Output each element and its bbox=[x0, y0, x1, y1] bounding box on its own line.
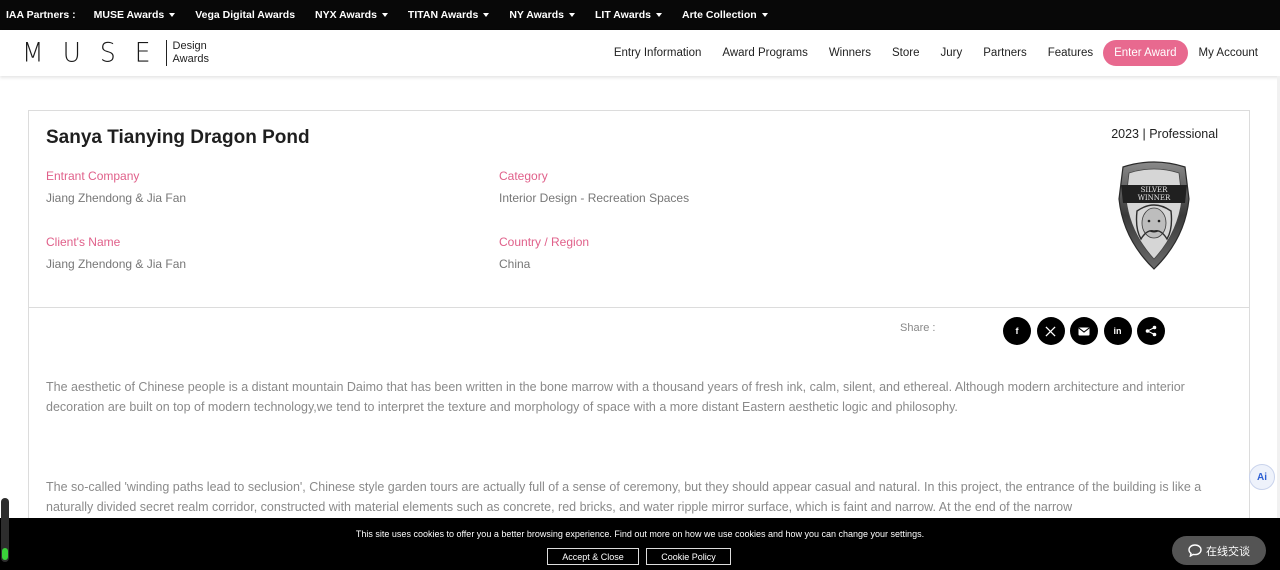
facebook-icon: f bbox=[1015, 326, 1019, 336]
share-buttons: f in bbox=[1003, 317, 1171, 345]
logo-subtitle: Design Awards bbox=[173, 40, 209, 66]
partner-item-label: NYX Awards bbox=[315, 9, 377, 21]
nav-partners[interactable]: Partners bbox=[983, 47, 1026, 59]
nav-my-account[interactable]: My Account bbox=[1199, 47, 1258, 59]
country-region-value: China bbox=[499, 257, 531, 271]
share-icon bbox=[1145, 325, 1157, 337]
email-icon bbox=[1078, 327, 1090, 335]
badge-text-silver: SILVER bbox=[1141, 186, 1169, 194]
share-label: Share : bbox=[900, 322, 936, 334]
card-divider bbox=[29, 307, 1249, 308]
partner-item-label: LIT Awards bbox=[594, 9, 651, 21]
partner-item-label: Vega Digital Awards bbox=[195, 9, 296, 21]
logo-wordmark: MUSE bbox=[22, 37, 170, 68]
scroll-thumb[interactable] bbox=[2, 548, 8, 560]
caret-down-icon bbox=[381, 13, 388, 17]
entrant-company-value: Jiang Zhendong & Jia Fan bbox=[46, 191, 187, 205]
caret-down-icon bbox=[483, 13, 490, 17]
live-chat-label: 在线交谈 bbox=[1206, 545, 1250, 558]
category-value: Interior Design - Recreation Spaces bbox=[499, 191, 690, 205]
linkedin-share-button[interactable]: in bbox=[1103, 317, 1132, 345]
partner-item-label: TITAN Awards bbox=[407, 9, 479, 21]
main-header: MUSE Design Awards Entry Information Awa… bbox=[0, 30, 1280, 76]
nav-features[interactable]: Features bbox=[1048, 47, 1093, 59]
partner-arte-collection[interactable]: Arte Collection bbox=[682, 9, 768, 21]
cookie-message: This site uses cookies to offer you a be… bbox=[355, 529, 925, 539]
nav-store[interactable]: Store bbox=[892, 47, 920, 59]
x-icon bbox=[1045, 325, 1056, 337]
caret-down-icon bbox=[656, 13, 662, 17]
cookie-policy-button[interactable]: Cookie Policy bbox=[646, 548, 731, 565]
caret-down-icon bbox=[169, 13, 176, 17]
enter-award-button[interactable]: Enter Award bbox=[1103, 40, 1188, 66]
partner-nyx-awards[interactable]: NYX Awards bbox=[315, 9, 388, 21]
muse-logo[interactable]: MUSE Design Awards bbox=[22, 37, 209, 68]
project-title: Sanya Tianying Dragon Pond bbox=[46, 127, 310, 148]
partner-item-label: NY Awards bbox=[509, 9, 564, 21]
email-share-button[interactable] bbox=[1070, 317, 1098, 345]
partner-vega-digital-awards[interactable]: Vega Digital Awards bbox=[195, 9, 295, 21]
partner-bar: IAA Partners : MUSE Awards Vega Digital … bbox=[0, 0, 1280, 30]
partner-ny-awards[interactable]: NY Awards bbox=[509, 9, 575, 21]
client-name-value: Jiang Zhendong & Jia Fan bbox=[46, 257, 187, 271]
caret-down-icon bbox=[568, 13, 575, 17]
main-nav: Entry Information Award Programs Winners… bbox=[593, 30, 1258, 76]
partner-muse-awards[interactable]: MUSE Awards bbox=[94, 9, 176, 21]
partner-item-label: Arte Collection bbox=[682, 9, 757, 21]
silver-winner-badge-icon: SILVER WINNER bbox=[1118, 161, 1190, 270]
nav-jury[interactable]: Jury bbox=[941, 47, 963, 59]
side-scroll-indicator[interactable] bbox=[1, 498, 9, 562]
client-name-label: Client's Name bbox=[46, 235, 121, 249]
nav-award-programs[interactable]: Award Programs bbox=[722, 47, 807, 59]
logo-sub-awards: Awards bbox=[172, 52, 210, 65]
partner-lit-awards[interactable]: LIT Awards bbox=[595, 9, 662, 21]
ai-icon: Ai bbox=[1257, 471, 1267, 483]
partner-item-label: MUSE Awards bbox=[93, 9, 165, 21]
linkedin-icon: in bbox=[1113, 326, 1122, 336]
year-professional: 2023 | Professional bbox=[1111, 127, 1218, 141]
project-card: Sanya Tianying Dragon Pond 2023 | Profes… bbox=[28, 110, 1250, 570]
partner-titan-awards[interactable]: TITAN Awards bbox=[407, 9, 490, 21]
caret-down-icon bbox=[761, 13, 768, 17]
x-share-button[interactable] bbox=[1036, 317, 1065, 345]
description-paragraph-1: The aesthetic of Chinese people is a dis… bbox=[46, 380, 1185, 414]
nav-entry-information[interactable]: Entry Information bbox=[614, 47, 702, 59]
facebook-share-button[interactable]: f bbox=[1003, 317, 1031, 345]
category-label: Category bbox=[499, 169, 548, 183]
ai-assistant-button[interactable]: Ai bbox=[1249, 464, 1275, 490]
logo-sub-design: Design bbox=[172, 39, 207, 52]
description-paragraph-2: The so-called 'winding paths lead to sec… bbox=[46, 480, 1202, 514]
country-region-label: Country / Region bbox=[499, 235, 590, 249]
cookie-bar: This site uses cookies to offer you a be… bbox=[0, 518, 1280, 570]
accept-close-button[interactable]: Accept & Close bbox=[547, 548, 639, 565]
badge-text-winner: WINNER bbox=[1138, 194, 1171, 202]
live-chat-button[interactable]: 在线交谈 bbox=[1172, 536, 1266, 565]
chat-bubble-icon bbox=[1188, 544, 1202, 557]
more-share-button[interactable] bbox=[1137, 317, 1165, 345]
entrant-company-label: Entrant Company bbox=[46, 169, 140, 183]
partner-bar-label: IAA Partners : bbox=[6, 9, 76, 21]
nav-winners[interactable]: Winners bbox=[829, 47, 871, 59]
